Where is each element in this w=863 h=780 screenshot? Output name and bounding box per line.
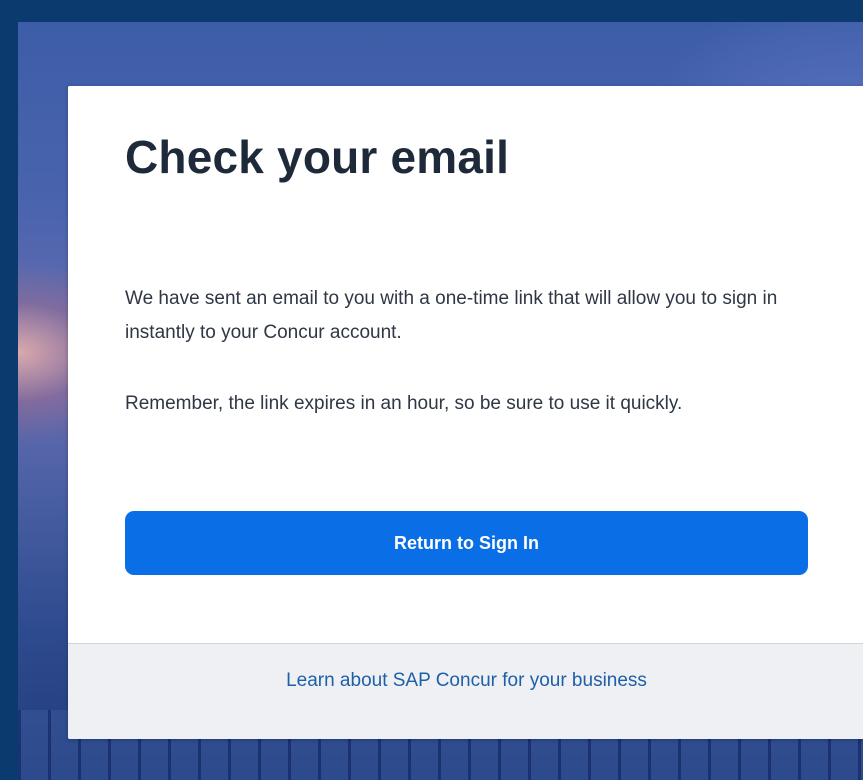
background-image: Check your email We have sent an email t… [18, 22, 863, 780]
card-footer: Learn about SAP Concur for your business [68, 643, 863, 739]
link-expiry-message: Remember, the link expires in an hour, s… [125, 393, 683, 414]
return-to-sign-in-button[interactable]: Return to Sign In [125, 511, 808, 575]
card-body: Check your email We have sent an email t… [68, 86, 863, 644]
page-title: Check your email [125, 131, 510, 183]
learn-about-sap-concur-link[interactable]: Learn about SAP Concur for your business [286, 670, 647, 692]
check-email-card: Check your email We have sent an email t… [68, 86, 863, 739]
sent-email-message: We have sent an email to you with a one-… [125, 288, 778, 343]
browser-viewport: Check your email We have sent an email t… [0, 0, 863, 780]
